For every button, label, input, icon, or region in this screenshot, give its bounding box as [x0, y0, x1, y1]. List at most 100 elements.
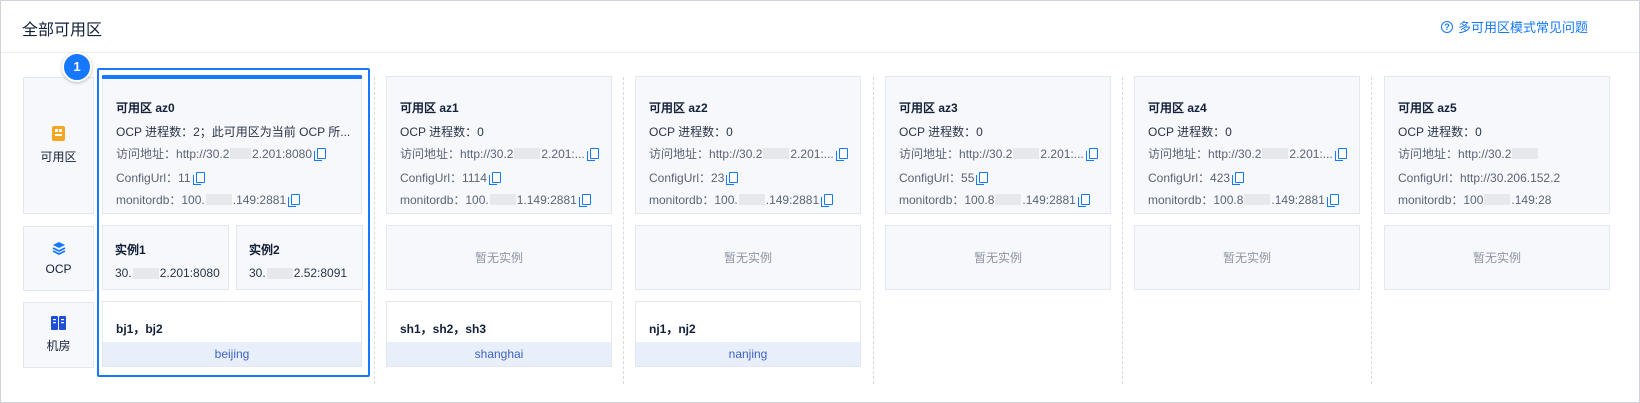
- copy-icon[interactable]: [578, 194, 591, 207]
- zone-info-card[interactable]: 可用区 az0 OCP 进程数：2；此可用区为当前 OCP 所... 访问地址：…: [102, 76, 362, 214]
- ocp-instance-card[interactable]: 实例2 30. 2.52:8091: [236, 225, 363, 290]
- config-url: ConfigUrl： 23: [649, 169, 739, 186]
- zone-name: 可用区 az3: [899, 101, 958, 115]
- access-address: 访问地址： http://30.2 2.201:...: [899, 145, 1098, 162]
- no-instance-placeholder: 暂无实例: [885, 225, 1111, 290]
- copy-icon[interactable]: [314, 148, 326, 161]
- column-divider: [374, 77, 375, 384]
- datacenter-icon: [51, 316, 66, 330]
- row-header-idc: 机房: [23, 302, 94, 368]
- monitordb: monitordb： 100.149:28: [1398, 192, 1552, 208]
- config-url: ConfigUrl： 423: [1148, 169, 1245, 186]
- region-label: nanjing: [636, 342, 860, 366]
- masked-text: [514, 148, 541, 159]
- zone-name: 可用区 az1: [400, 101, 459, 115]
- copy-icon[interactable]: [586, 148, 599, 161]
- idc-card: sh1，sh2，sh3 shanghai: [386, 301, 612, 367]
- monitordb: monitordb： 100. 1.149:2881: [400, 191, 591, 208]
- column-divider: [623, 77, 624, 384]
- row-header-zone-label: 可用区: [40, 150, 77, 164]
- instance-address: 30. 2.52:8091: [249, 266, 348, 280]
- copy-icon[interactable]: [1232, 172, 1245, 185]
- ocp-process-count: OCP 进程数：0: [400, 125, 484, 139]
- ocp-process-count: OCP 进程数：0: [1398, 125, 1482, 139]
- copy-icon[interactable]: [1334, 148, 1347, 161]
- zone-info-card[interactable]: 可用区 az1 OCP 进程数：0 访问地址： http://30.2 2.201:…: [386, 76, 612, 214]
- ocp-process-count: OCP 进程数：0: [649, 125, 733, 139]
- zone-name: 可用区 az0: [116, 101, 175, 115]
- instance-address: 30. 2.201:8080: [115, 266, 220, 280]
- masked-text: [1244, 194, 1271, 205]
- copy-icon[interactable]: [821, 194, 834, 207]
- no-instance-placeholder: 暂无实例: [386, 225, 612, 290]
- masked-text: [995, 194, 1022, 205]
- faq-link-label: 多可用区模式常见问题: [1458, 20, 1589, 35]
- masked-text: [738, 194, 765, 205]
- zone-name: 可用区 az2: [649, 101, 708, 115]
- ocp-process-count: OCP 进程数：0: [1148, 125, 1232, 139]
- selected-indicator-bar: [102, 75, 362, 79]
- copy-icon[interactable]: [976, 172, 989, 185]
- layers-icon: [52, 242, 65, 255]
- question-circle-icon: ?: [1441, 20, 1453, 33]
- idc-card: bj1，bj2 beijing: [102, 301, 362, 367]
- column-divider: [1122, 77, 1123, 384]
- config-url: ConfigUrl： 55: [899, 169, 989, 186]
- masked-text: [205, 194, 232, 205]
- copy-icon[interactable]: [288, 194, 301, 207]
- instance-name: 实例2: [249, 243, 280, 257]
- no-instance-placeholder: 暂无实例: [1384, 225, 1610, 290]
- masked-text: [132, 268, 159, 280]
- instance-name: 实例1: [115, 243, 146, 257]
- masked-text: [1484, 194, 1511, 205]
- zone-name: 可用区 az5: [1398, 101, 1457, 115]
- region-label: beijing: [103, 342, 361, 366]
- zone-info-card[interactable]: 可用区 az3 OCP 进程数：0 访问地址： http://30.2 2.201:…: [885, 76, 1111, 214]
- copy-icon[interactable]: [835, 148, 848, 161]
- zone-info-card[interactable]: 可用区 az4 OCP 进程数：0 访问地址： http://30.2 2.201:…: [1134, 76, 1360, 214]
- monitordb: monitordb： 100.8.149:2881: [899, 191, 1090, 208]
- masked-text: [489, 194, 516, 205]
- masked-text: [763, 148, 790, 159]
- faq-link[interactable]: ? 多可用区模式常见问题: [1441, 17, 1588, 36]
- row-header-ocp-label: OCP: [45, 262, 72, 276]
- idc-card: nj1，nj2 nanjing: [635, 301, 861, 367]
- step-badge: 1: [62, 52, 92, 82]
- row-header-idc-label: 机房: [46, 339, 71, 353]
- monitordb: monitordb： 100. .149:2881: [116, 191, 301, 208]
- zone-info-card[interactable]: 可用区 az2 OCP 进程数：0 访问地址： http://30.2 2.201:…: [635, 76, 861, 214]
- idc-list: nj1，nj2: [649, 322, 696, 336]
- config-url: ConfigUrl： 11: [116, 169, 205, 186]
- column-divider: [873, 77, 874, 384]
- zone-icon: [52, 126, 65, 141]
- config-url: ConfigUrl： http://30.206.152.2: [1398, 170, 1561, 186]
- masked-text: [1512, 148, 1539, 159]
- column-divider: [1371, 77, 1372, 384]
- config-url: ConfigUrl： 1114: [400, 169, 501, 186]
- access-address: 访问地址： http://30.2 2.201:8080: [116, 145, 326, 162]
- copy-icon[interactable]: [726, 172, 739, 185]
- no-instance-placeholder: 暂无实例: [1134, 225, 1360, 290]
- no-instance-placeholder: 暂无实例: [635, 225, 861, 290]
- copy-icon[interactable]: [192, 172, 205, 185]
- zone-name: 可用区 az4: [1148, 101, 1207, 115]
- masked-text: [230, 148, 251, 159]
- copy-icon[interactable]: [1085, 148, 1098, 161]
- zone-info-card[interactable]: 可用区 az5 OCP 进程数：0 访问地址： http://30.2 Confi…: [1384, 76, 1610, 214]
- access-address: 访问地址： http://30.2: [1398, 145, 1539, 162]
- copy-icon[interactable]: [1326, 194, 1339, 207]
- idc-list: sh1，sh2，sh3: [400, 322, 487, 336]
- region-label: shanghai: [387, 342, 611, 366]
- copy-icon[interactable]: [488, 172, 501, 185]
- access-address: 访问地址： http://30.2 2.201:...: [1148, 145, 1347, 162]
- row-header-zone: 可用区: [23, 77, 94, 214]
- ocp-instance-card[interactable]: 实例1 30. 2.201:8080: [102, 225, 229, 290]
- ocp-process-count: OCP 进程数：0: [899, 125, 983, 139]
- ocp-process-count: OCP 进程数：2；此可用区为当前 OCP 所...: [116, 125, 351, 139]
- masked-text: [266, 268, 293, 280]
- idc-list: bj1，bj2: [116, 322, 163, 336]
- copy-icon[interactable]: [1077, 194, 1090, 207]
- access-address: 访问地址： http://30.2 2.201:...: [400, 145, 599, 162]
- access-address: 访问地址： http://30.2 2.201:...: [649, 145, 848, 162]
- masked-text: [1262, 148, 1289, 159]
